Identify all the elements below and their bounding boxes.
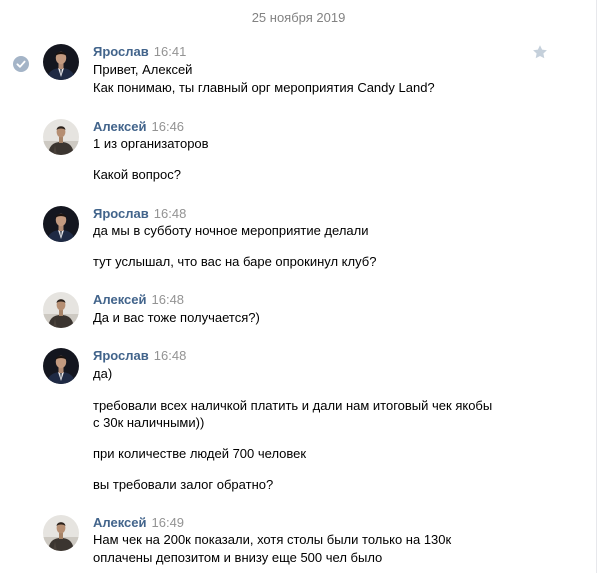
message-header: Ярослав 16:48 <box>93 206 186 222</box>
message-time: 16:49 <box>151 515 185 530</box>
message-text: Как понимаю, ты главный орг мероприятия … <box>93 80 435 95</box>
author-name[interactable]: Ярослав <box>93 348 149 363</box>
message-text: Какой вопрос? <box>93 167 181 182</box>
avatar-aleksey[interactable] <box>43 515 79 551</box>
message-text: тут услышал, что вас на баре опрокинул к… <box>93 254 377 269</box>
message-time: 16:48 <box>153 348 187 363</box>
avatar-aleksey[interactable] <box>43 292 79 328</box>
author-name[interactable]: Алексей <box>93 119 147 134</box>
avatar-aleksey[interactable] <box>43 119 79 155</box>
message-time: 16:41 <box>153 44 187 59</box>
message-text: Да и вас тоже получается?) <box>93 310 260 325</box>
check-circle-icon[interactable] <box>13 56 29 72</box>
star-icon[interactable] <box>532 44 548 60</box>
message-time: 16:46 <box>151 119 185 134</box>
author-name[interactable]: Ярослав <box>93 206 149 221</box>
avatar-yaroslav[interactable] <box>43 44 79 80</box>
author-name[interactable]: Алексей <box>93 515 147 530</box>
message-header: Алексей 16:48 <box>93 292 184 308</box>
message-text: с 30к наличными)) <box>93 415 205 430</box>
message-text: требовали всех наличкой платить и дали н… <box>93 398 493 413</box>
message-time: 16:48 <box>153 206 187 221</box>
message-header: Ярослав 16:48 <box>93 348 186 364</box>
date-divider: 25 ноября 2019 <box>251 10 346 25</box>
message-header: Алексей 16:49 <box>93 515 184 531</box>
message-header: Ярослав 16:41 <box>93 44 186 60</box>
message-text: при количестве людей 700 человек <box>93 446 307 461</box>
avatar-yaroslav[interactable] <box>43 206 79 242</box>
message-time: 16:48 <box>151 292 185 307</box>
avatar-yaroslav[interactable] <box>43 348 79 384</box>
message-text: Привет, Алексей <box>93 62 193 77</box>
message-text: да) <box>93 366 113 381</box>
message-text: 1 из организаторов <box>93 136 209 151</box>
message-text: да мы в субботу ночное мероприятие делал… <box>93 223 369 238</box>
message-text: вы требовали залог обратно? <box>93 477 274 492</box>
message-header: Алексей 16:46 <box>93 119 184 135</box>
author-name[interactable]: Алексей <box>93 292 147 307</box>
author-name[interactable]: Ярослав <box>93 44 149 59</box>
message-text: оплачены депозитом и внизу еще 500 чел б… <box>93 550 383 565</box>
message-text: Нам чек на 200к показали, хотя столы был… <box>93 532 452 547</box>
